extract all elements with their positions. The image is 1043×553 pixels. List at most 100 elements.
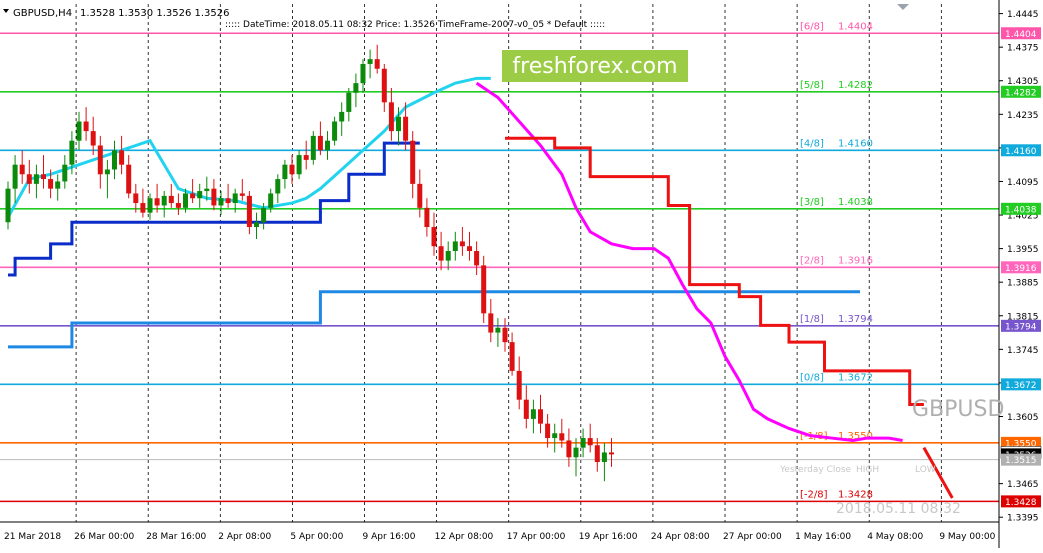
candle-body bbox=[495, 327, 501, 333]
candle-body bbox=[133, 193, 139, 204]
time-tick-label: 9 May 00:00 bbox=[939, 532, 995, 542]
candle-body bbox=[140, 203, 146, 213]
candle-body bbox=[296, 155, 302, 175]
murrey-level-label: [4/8] bbox=[800, 138, 824, 149]
candle-body bbox=[381, 68, 387, 103]
candle-body bbox=[69, 140, 75, 165]
candle-body bbox=[459, 241, 465, 247]
candle-body bbox=[97, 145, 103, 175]
candle-body bbox=[41, 174, 46, 180]
candle-body bbox=[374, 59, 380, 69]
price-tag-label: 1.3794 bbox=[1005, 322, 1037, 332]
murrey-level-label: [2/8] bbox=[800, 255, 824, 266]
price-tag-label: 1.4160 bbox=[1005, 147, 1037, 157]
candle-body bbox=[559, 433, 565, 441]
candle-body bbox=[396, 116, 401, 132]
candle-body bbox=[332, 121, 338, 141]
candle-body bbox=[566, 440, 572, 458]
candle-body bbox=[509, 342, 515, 371]
candle-body bbox=[467, 246, 472, 252]
candle-body bbox=[474, 251, 480, 266]
candle-body bbox=[353, 83, 359, 93]
candle-body bbox=[55, 181, 61, 189]
candle-body bbox=[19, 164, 25, 175]
candle-body bbox=[488, 313, 494, 333]
murrey-level-value: 1.3916 bbox=[838, 255, 873, 266]
price-tick-label: 1.3745 bbox=[1007, 346, 1039, 356]
candle-body bbox=[119, 150, 125, 165]
murrey-level-label: [1/8] bbox=[800, 314, 824, 325]
time-tick-label: 24 Apr 08:00 bbox=[651, 532, 710, 542]
candle-body bbox=[310, 135, 316, 160]
candle-body bbox=[502, 327, 508, 343]
candle-body bbox=[104, 169, 110, 175]
price-tick-label: 1.4235 bbox=[1007, 111, 1039, 121]
candle-body bbox=[112, 150, 117, 170]
candle-body bbox=[239, 193, 245, 196]
candle-body bbox=[76, 121, 82, 141]
price-tick-label: 1.4095 bbox=[1007, 178, 1039, 188]
candle-body bbox=[5, 188, 11, 223]
price-tag-label: 1.4282 bbox=[1005, 88, 1037, 98]
murrey-level-label: [3/8] bbox=[800, 197, 824, 208]
low-label: LOW bbox=[915, 465, 936, 475]
datetime-overlay: 2018.05.11 08:32 bbox=[836, 501, 961, 517]
candle-body bbox=[609, 452, 614, 455]
candle-body bbox=[211, 188, 217, 206]
murrey-level-label: [-2/8] bbox=[800, 489, 828, 500]
candle-body bbox=[417, 183, 423, 208]
candle-body bbox=[26, 174, 32, 184]
murrey-level-value: 1.3672 bbox=[838, 372, 873, 383]
price-chart[interactable]: [6/8] 1.4404 [5/8] 1.4282 [4/8] 1.4160 [3/8] 1.… bbox=[0, 0, 1043, 548]
price-tag-label: 1.4404 bbox=[1005, 30, 1037, 40]
candle-body bbox=[268, 193, 274, 208]
price-tag-label: 1.3428 bbox=[1005, 498, 1037, 508]
freshforex-watermark: freshforex.com bbox=[512, 54, 677, 79]
candle-body bbox=[168, 195, 174, 204]
murrey-level-label: [0/8] bbox=[800, 372, 824, 383]
candle-body bbox=[246, 195, 252, 228]
price-tick-label: 1.3395 bbox=[1007, 514, 1039, 524]
candle-body bbox=[523, 399, 529, 419]
time-tick-label: 1 May 16:00 bbox=[795, 532, 851, 542]
time-tick-label: 9 Apr 16:00 bbox=[363, 532, 416, 542]
candle-body bbox=[303, 155, 309, 160]
candle-body bbox=[339, 111, 345, 122]
time-tick-label: 12 Apr 08:00 bbox=[435, 532, 494, 542]
time-tick-label: 5 Apr 00:00 bbox=[290, 532, 343, 542]
candle-body bbox=[438, 246, 444, 261]
candle-body bbox=[254, 222, 259, 228]
candle-body bbox=[282, 164, 288, 180]
candle-body bbox=[580, 438, 586, 448]
time-tick-label: 17 Apr 00:00 bbox=[507, 532, 566, 542]
murrey-level-value: 1.3428 bbox=[838, 489, 873, 500]
high-label: HIGH bbox=[856, 465, 879, 475]
candle-body bbox=[183, 193, 188, 208]
candle-body bbox=[594, 445, 600, 463]
candle-body bbox=[275, 179, 281, 194]
candle-body bbox=[261, 207, 267, 223]
murrey-level-value: 1.4404 bbox=[838, 21, 873, 32]
price-tag-label: 1.3672 bbox=[1005, 381, 1037, 391]
time-tick-label: 27 Apr 00:00 bbox=[723, 532, 782, 542]
ohlc-values: 1.3528 1.3530 1.3526 1.3526 bbox=[80, 8, 230, 19]
price-tick-label: 1.4375 bbox=[1007, 44, 1039, 54]
candle-body bbox=[360, 63, 366, 84]
candle-body bbox=[587, 438, 593, 446]
candle-body bbox=[403, 116, 409, 141]
candle-body bbox=[190, 193, 196, 199]
candle-body bbox=[83, 121, 89, 132]
candle-body bbox=[161, 195, 167, 206]
candle-body bbox=[33, 174, 39, 184]
price-tick-label: 1.3605 bbox=[1007, 413, 1039, 423]
price-tag-label: 1.3515 bbox=[1005, 456, 1037, 466]
candle-body bbox=[126, 164, 132, 194]
murrey-level-value: 1.4038 bbox=[838, 197, 873, 208]
candle-body bbox=[204, 188, 210, 192]
candle-body bbox=[289, 164, 295, 175]
candle-body bbox=[573, 447, 579, 458]
candle-body bbox=[601, 452, 607, 463]
murrey-level-value: 1.4282 bbox=[838, 80, 873, 91]
candle-body bbox=[545, 423, 551, 439]
candle-body bbox=[12, 164, 18, 189]
